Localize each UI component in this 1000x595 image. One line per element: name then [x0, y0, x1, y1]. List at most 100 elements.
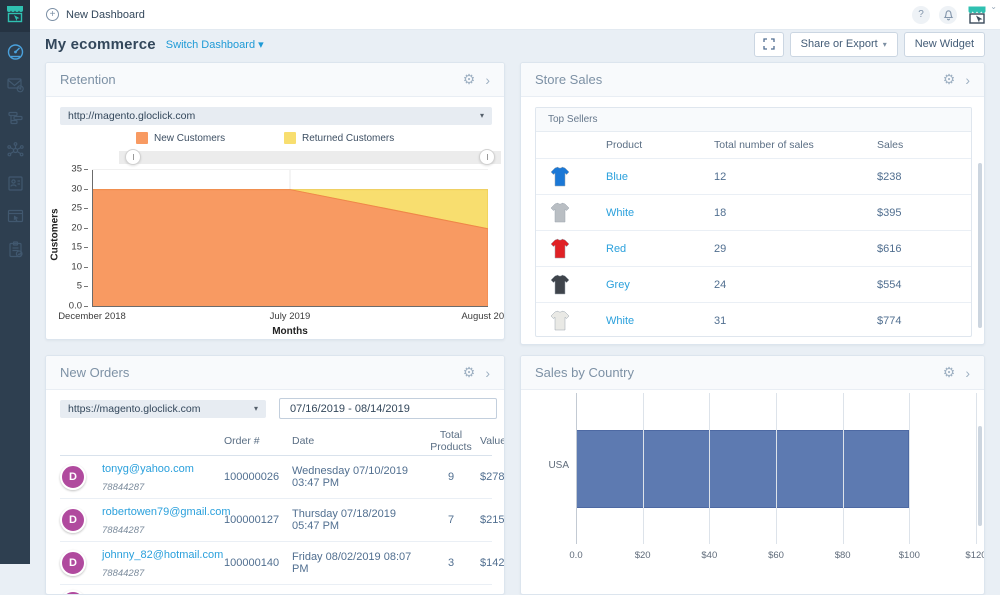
- chevron-right-icon[interactable]: ›: [965, 73, 970, 87]
- x-axis-ticks: December 2018July 2019August 2019: [58, 311, 505, 322]
- new-widget-button[interactable]: New Widget: [903, 31, 985, 57]
- widget-title: New Orders: [60, 365, 130, 380]
- order-products: 9: [447, 471, 455, 483]
- chevron-right-icon[interactable]: ›: [965, 366, 970, 380]
- bar-usa: [576, 430, 910, 508]
- category-label: USA: [548, 460, 569, 471]
- customer-avatar: D: [60, 507, 86, 533]
- legend-swatch-new-customers: [136, 132, 148, 144]
- tshirt-icon: [550, 274, 570, 294]
- table-row: D robertowen79@gmail.com 78844287 1000001…: [60, 499, 504, 542]
- sidebar-item-email[interactable]: [6, 75, 25, 94]
- order-value: $142: [480, 557, 505, 569]
- top-navigation-bar: + New Dashboard ? ⌄: [30, 0, 1000, 30]
- order-value: $278: [480, 471, 505, 483]
- sales-count: 31: [714, 314, 727, 327]
- storefront-avatar-icon: [968, 6, 986, 24]
- product-link[interactable]: Grey: [606, 279, 714, 291]
- retention-site-select[interactable]: http://magento.gloclick.com ▾: [60, 107, 492, 125]
- share-export-button[interactable]: Share or Export ▾: [789, 31, 898, 57]
- table-header-row: Product Total number of sales Sales: [536, 132, 971, 158]
- widget-scrollbar[interactable]: [978, 426, 982, 526]
- orders-site-select[interactable]: https://magento.gloclick.com ▾: [60, 400, 266, 418]
- product-link[interactable]: Red: [606, 243, 714, 255]
- zoom-grip-right[interactable]: [479, 149, 495, 165]
- product-link[interactable]: White: [606, 207, 714, 219]
- y-axis-ticks: 35 30 25 20 15 10 5 0.0: [56, 164, 88, 312]
- column-header-sales: Sales: [877, 139, 904, 151]
- customer-email-link[interactable]: johnny_82@hotmail.com: [102, 549, 223, 561]
- chevron-right-icon[interactable]: ›: [485, 73, 490, 87]
- dashboard-nav-label[interactable]: New Dashboard: [66, 9, 145, 21]
- legend-item: New Customers: [136, 132, 225, 144]
- bell-icon: [943, 9, 953, 20]
- table-row: White 31 $774: [536, 302, 971, 336]
- product-link[interactable]: White: [606, 315, 714, 327]
- chevron-down-icon: ▾: [253, 404, 258, 413]
- chevron-down-icon: ⌄: [990, 1, 997, 11]
- sidebar-item-dashboard[interactable]: [6, 42, 25, 61]
- store-sales-widget-header: Store Sales ⚙ ›: [521, 63, 984, 97]
- app-logo[interactable]: [0, 0, 30, 32]
- customer-email-link[interactable]: tonyg@yahoo.com: [102, 463, 194, 475]
- date-range-input[interactable]: [279, 398, 497, 419]
- sales-amount: $238: [877, 170, 902, 183]
- gear-icon[interactable]: ⚙: [943, 364, 956, 381]
- help-button[interactable]: ?: [912, 5, 930, 24]
- sales-count: 29: [714, 242, 727, 255]
- sidebar-item-workflows[interactable]: [6, 108, 25, 127]
- gear-icon[interactable]: ⚙: [463, 71, 476, 88]
- orders-table-body: D tonyg@yahoo.com 78844287 100000026 Wedn…: [60, 456, 504, 594]
- page-header: My ecommerce Switch Dashboard ▾ Share or…: [30, 30, 1000, 58]
- chevron-right-icon[interactable]: ›: [485, 366, 490, 380]
- top-sellers-card: Top Sellers Product Total number of sale…: [535, 107, 972, 337]
- chart-legend: New Customers Returned Customers: [46, 132, 504, 146]
- table-row-partial: [60, 585, 492, 594]
- fullscreen-button[interactable]: [753, 31, 784, 57]
- order-date: Thursday 07/18/2019 05:47 PM: [292, 508, 396, 532]
- sidebar-item-contacts[interactable]: [6, 174, 25, 193]
- table-row: Grey 24 $554: [536, 266, 971, 302]
- customer-email-link[interactable]: robertowen79@gmail.com: [102, 506, 231, 518]
- switch-dashboard-link[interactable]: Switch Dashboard ▾: [166, 38, 264, 51]
- gear-icon[interactable]: ⚙: [943, 71, 956, 88]
- customer-account-id: 78844287: [102, 525, 145, 536]
- sales-by-country-widget: Sales by Country ⚙ › USA 0.0 $20 $40 $60 $80 $…: [520, 355, 985, 595]
- new-orders-widget: New Orders ⚙ › https://magento.gloclick.c…: [45, 355, 505, 595]
- storefront-logo-icon: [5, 5, 25, 28]
- order-products: 3: [447, 557, 455, 569]
- sidebar-item-reports[interactable]: [6, 240, 25, 259]
- order-value: $215: [480, 514, 505, 526]
- product-link[interactable]: Blue: [606, 171, 714, 183]
- store-sales-widget: Store Sales ⚙ › Top Sellers Product Total…: [520, 62, 985, 345]
- zoom-grip-left[interactable]: [125, 149, 141, 165]
- sidebar-item-website[interactable]: [6, 207, 25, 226]
- sidebar-item-integrations[interactable]: [6, 141, 25, 160]
- table-row: White 18 $395: [536, 194, 971, 230]
- widget-scrollbar[interactable]: [978, 163, 982, 328]
- chevron-down-icon: ▾: [479, 111, 484, 120]
- account-menu-button[interactable]: ⌄: [966, 2, 997, 25]
- notifications-button[interactable]: [939, 5, 957, 24]
- widget-title: Sales by Country: [535, 365, 634, 380]
- x-axis-ticks: 0.0 $20 $40 $60 $80 $100 $120: [569, 550, 985, 561]
- page-title: My ecommerce: [45, 35, 156, 53]
- tshirt-icon: [550, 238, 570, 258]
- widget-title: Retention: [60, 72, 116, 87]
- order-date: Friday 08/02/2019 08:07 PM: [292, 551, 412, 575]
- chevron-down-icon: ▾: [882, 39, 887, 49]
- customer-avatar: D: [60, 464, 86, 490]
- add-dashboard-icon: +: [46, 8, 59, 21]
- widget-title: Store Sales: [535, 72, 603, 87]
- x-axis-title: Months: [272, 326, 308, 337]
- column-header-order: Order #: [224, 434, 260, 447]
- order-products: 7: [447, 514, 455, 526]
- chart-zoom-scrollbar[interactable]: [119, 149, 501, 165]
- retention-widget: Retention ⚙ › http://magento.gloclick.com…: [45, 62, 505, 340]
- chevron-down-icon: ▾: [258, 38, 264, 51]
- sales-count: 24: [714, 278, 727, 291]
- legend-label: Returned Customers: [302, 132, 395, 144]
- tshirt-icon: [550, 310, 570, 330]
- gear-icon[interactable]: ⚙: [463, 364, 476, 381]
- legend-item: Returned Customers: [284, 132, 394, 144]
